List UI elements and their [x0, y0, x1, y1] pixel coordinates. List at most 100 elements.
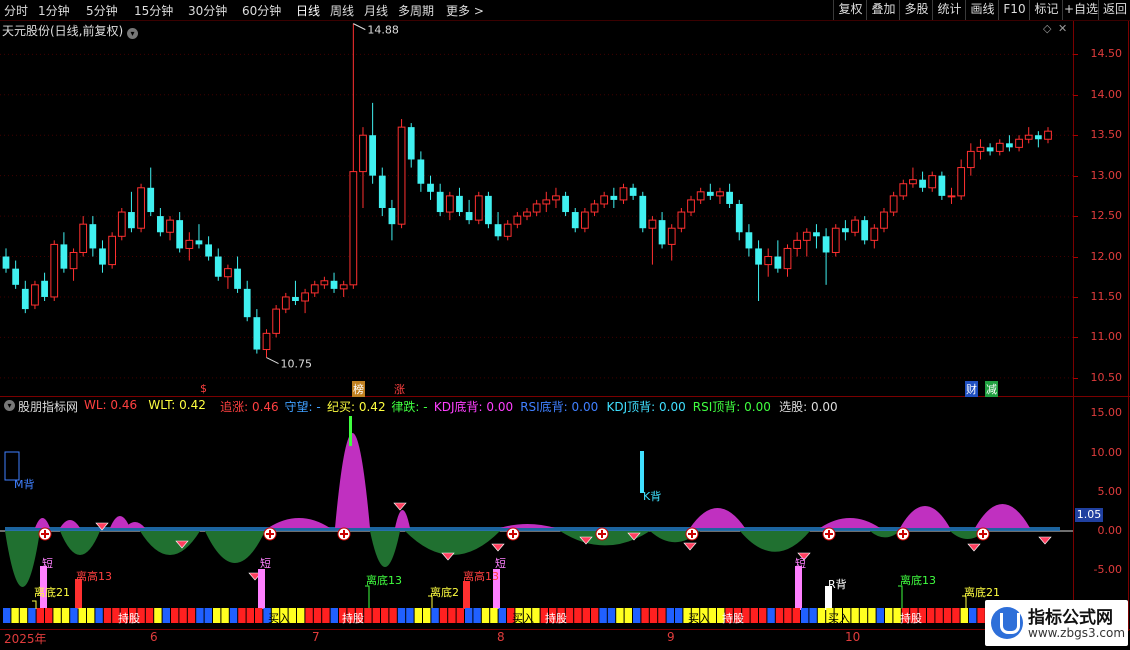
candle[interactable]: [339, 280, 348, 297]
candle[interactable]: [629, 183, 637, 200]
candle[interactable]: [562, 191, 569, 217]
period-tab-4[interactable]: 30分钟: [188, 2, 227, 19]
candle[interactable]: [851, 216, 859, 237]
candle[interactable]: [108, 232, 117, 269]
toolbar-action-4[interactable]: 画线: [965, 0, 999, 20]
candle[interactable]: [1006, 135, 1013, 152]
candle[interactable]: [301, 288, 309, 314]
candle[interactable]: [166, 216, 174, 241]
candle[interactable]: [735, 199, 743, 241]
candle[interactable]: [995, 139, 1004, 156]
candle[interactable]: [262, 329, 271, 358]
event-tag-cai[interactable]: 财: [965, 381, 978, 397]
candle[interactable]: [813, 224, 820, 249]
candle[interactable]: [677, 208, 686, 233]
candle[interactable]: [21, 280, 29, 314]
candle[interactable]: [909, 167, 917, 188]
candle[interactable]: [31, 280, 39, 310]
candle[interactable]: [880, 208, 888, 233]
candle[interactable]: [407, 123, 415, 168]
candle[interactable]: [667, 224, 676, 261]
candle[interactable]: [831, 224, 840, 257]
candle[interactable]: [89, 216, 97, 257]
toolbar-action-0[interactable]: 复权: [833, 0, 867, 20]
candle[interactable]: [610, 187, 618, 208]
candle[interactable]: [330, 272, 338, 293]
candle[interactable]: [687, 195, 695, 217]
candle[interactable]: [388, 199, 396, 241]
period-tab-2[interactable]: 5分钟: [86, 2, 118, 19]
candle[interactable]: [793, 232, 802, 257]
toolbar-action-3[interactable]: 统计: [932, 0, 966, 20]
period-tab-7[interactable]: 周线: [330, 2, 354, 19]
candle[interactable]: [947, 187, 956, 204]
candle[interactable]: [899, 179, 908, 200]
candle[interactable]: [137, 183, 145, 233]
candle[interactable]: [552, 187, 560, 208]
candle[interactable]: [417, 151, 425, 192]
candle[interactable]: [349, 23, 358, 289]
candle[interactable]: [456, 187, 463, 217]
candle[interactable]: [147, 167, 155, 217]
candle[interactable]: [281, 292, 290, 314]
event-tag-bang[interactable]: 榜: [352, 381, 365, 397]
candle[interactable]: [1034, 131, 1042, 148]
candle[interactable]: [436, 183, 444, 217]
period-tab-5[interactable]: 60分钟: [242, 2, 281, 19]
candle[interactable]: [224, 264, 232, 289]
candle[interactable]: [378, 167, 386, 217]
candle[interactable]: [696, 187, 705, 204]
candle[interactable]: [485, 191, 492, 229]
toolbar-action-8[interactable]: 返回: [1098, 0, 1130, 20]
toolbar-action-5[interactable]: F10: [998, 0, 1030, 20]
candle[interactable]: [716, 187, 724, 204]
candle[interactable]: [706, 183, 714, 200]
candle[interactable]: [465, 199, 473, 225]
candle[interactable]: [1015, 135, 1023, 152]
candle[interactable]: [60, 232, 68, 273]
candle[interactable]: [234, 256, 241, 293]
candle[interactable]: [745, 224, 753, 257]
candle[interactable]: [571, 208, 579, 233]
candle[interactable]: [99, 240, 106, 273]
candle[interactable]: [600, 191, 609, 208]
candle[interactable]: [359, 127, 367, 208]
candle[interactable]: [195, 224, 203, 249]
toolbar-action-2[interactable]: 多股: [899, 0, 933, 20]
period-tab-3[interactable]: 15分钟: [134, 2, 173, 19]
candle[interactable]: [214, 248, 222, 281]
candle[interactable]: [513, 212, 522, 229]
candle[interactable]: [938, 171, 946, 200]
period-tab-6[interactable]: 日线: [296, 2, 320, 19]
candle[interactable]: [427, 175, 434, 200]
candle[interactable]: [755, 240, 762, 301]
candle[interactable]: [542, 191, 551, 213]
candle[interactable]: [523, 208, 531, 221]
toolbar-action-1[interactable]: 叠加: [866, 0, 900, 20]
candle[interactable]: [253, 309, 261, 354]
event-tag-zhang[interactable]: 涨: [394, 381, 405, 397]
event-tag-dollar[interactable]: $: [200, 382, 207, 395]
indicator-dropdown-icon[interactable]: ▾: [4, 400, 15, 411]
candle[interactable]: [243, 280, 251, 322]
candle[interactable]: [870, 224, 879, 249]
candle[interactable]: [369, 102, 377, 184]
candle[interactable]: [590, 199, 599, 217]
candle[interactable]: [783, 244, 792, 277]
period-tab-8[interactable]: 月线: [364, 2, 388, 19]
candle[interactable]: [474, 191, 483, 225]
candle[interactable]: [889, 191, 898, 217]
candle[interactable]: [532, 199, 541, 217]
candle[interactable]: [69, 248, 78, 281]
toolbar-action-7[interactable]: +自选: [1062, 0, 1099, 20]
candle[interactable]: [310, 280, 319, 297]
candle[interactable]: [320, 276, 329, 289]
candle[interactable]: [726, 183, 733, 208]
candle[interactable]: [12, 260, 20, 289]
candle[interactable]: [205, 236, 212, 261]
candle[interactable]: [764, 248, 773, 277]
candle[interactable]: [966, 143, 975, 176]
toolbar-action-6[interactable]: 标记: [1029, 0, 1063, 20]
candle[interactable]: [648, 216, 657, 265]
candle[interactable]: [117, 208, 126, 241]
